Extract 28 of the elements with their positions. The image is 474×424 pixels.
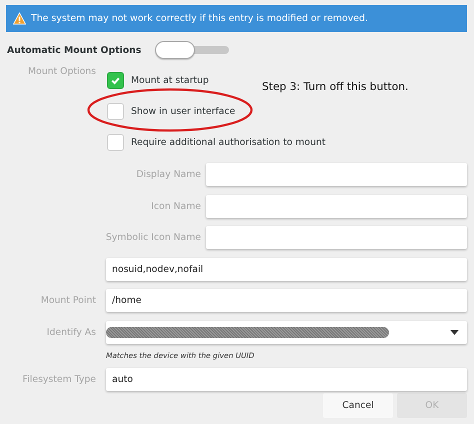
input-field[interactable]: /home	[106, 289, 467, 312]
field-label: Symbolic Icon Name	[106, 232, 201, 244]
warning-text: The system may not work correctly if this entry is modified or removed.	[31, 13, 368, 24]
caret-icon	[450, 330, 459, 335]
annotation-text: Step 3: Turn off this button.	[262, 80, 408, 93]
checkbox-label: Require additional authorisation to mount	[131, 137, 326, 148]
field-label: Mount Point	[40, 295, 96, 306]
check-icon	[110, 75, 121, 86]
field-label: Identify As	[46, 326, 96, 338]
field-label: Filesystem Type	[22, 374, 96, 385]
input-field[interactable]	[206, 226, 467, 250]
field-label: Display Name	[136, 169, 201, 180]
field-label: Icon Name	[151, 200, 201, 212]
toggle-switch[interactable]	[155, 41, 229, 59]
input-field[interactable]	[206, 194, 467, 218]
input-field[interactable]: nosuid,nodev,nofail	[106, 258, 467, 281]
cancel-button[interactable]: Cancel	[323, 392, 393, 418]
warning-icon	[13, 12, 26, 25]
checkbox[interactable]	[107, 134, 124, 151]
field-label: Mount Options	[28, 66, 96, 77]
checkbox-label: Mount at startup	[131, 75, 209, 86]
dropdown[interactable]	[106, 320, 467, 344]
section-label: Automatic Mount Options	[7, 44, 142, 56]
input-field[interactable]	[206, 163, 467, 186]
checkbox[interactable]	[107, 72, 124, 89]
checkbox[interactable]	[107, 103, 124, 120]
checkbox-label: Show in user interface	[131, 106, 236, 117]
input-field[interactable]: auto	[106, 368, 467, 391]
